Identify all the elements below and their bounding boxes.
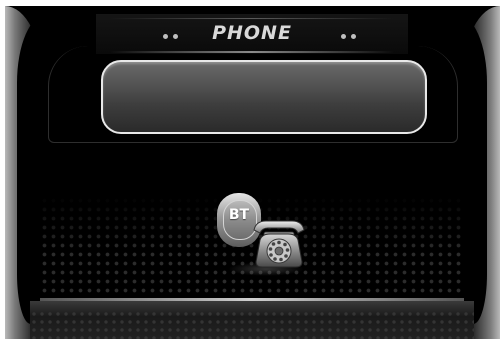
- top-border: [0, 0, 504, 6]
- header-top-line: [110, 18, 394, 19]
- rotary-telephone-icon[interactable]: [250, 218, 308, 270]
- header-right-dots: [341, 34, 359, 40]
- dot: [351, 34, 356, 39]
- page-title: PHONE: [212, 22, 292, 44]
- phone-screen: PHONE BT: [0, 0, 504, 339]
- bottom-bar-mesh: [30, 310, 474, 339]
- dot: [341, 34, 346, 39]
- number-display-field: [101, 60, 427, 134]
- right-border: [500, 0, 504, 339]
- left-border: [0, 0, 5, 339]
